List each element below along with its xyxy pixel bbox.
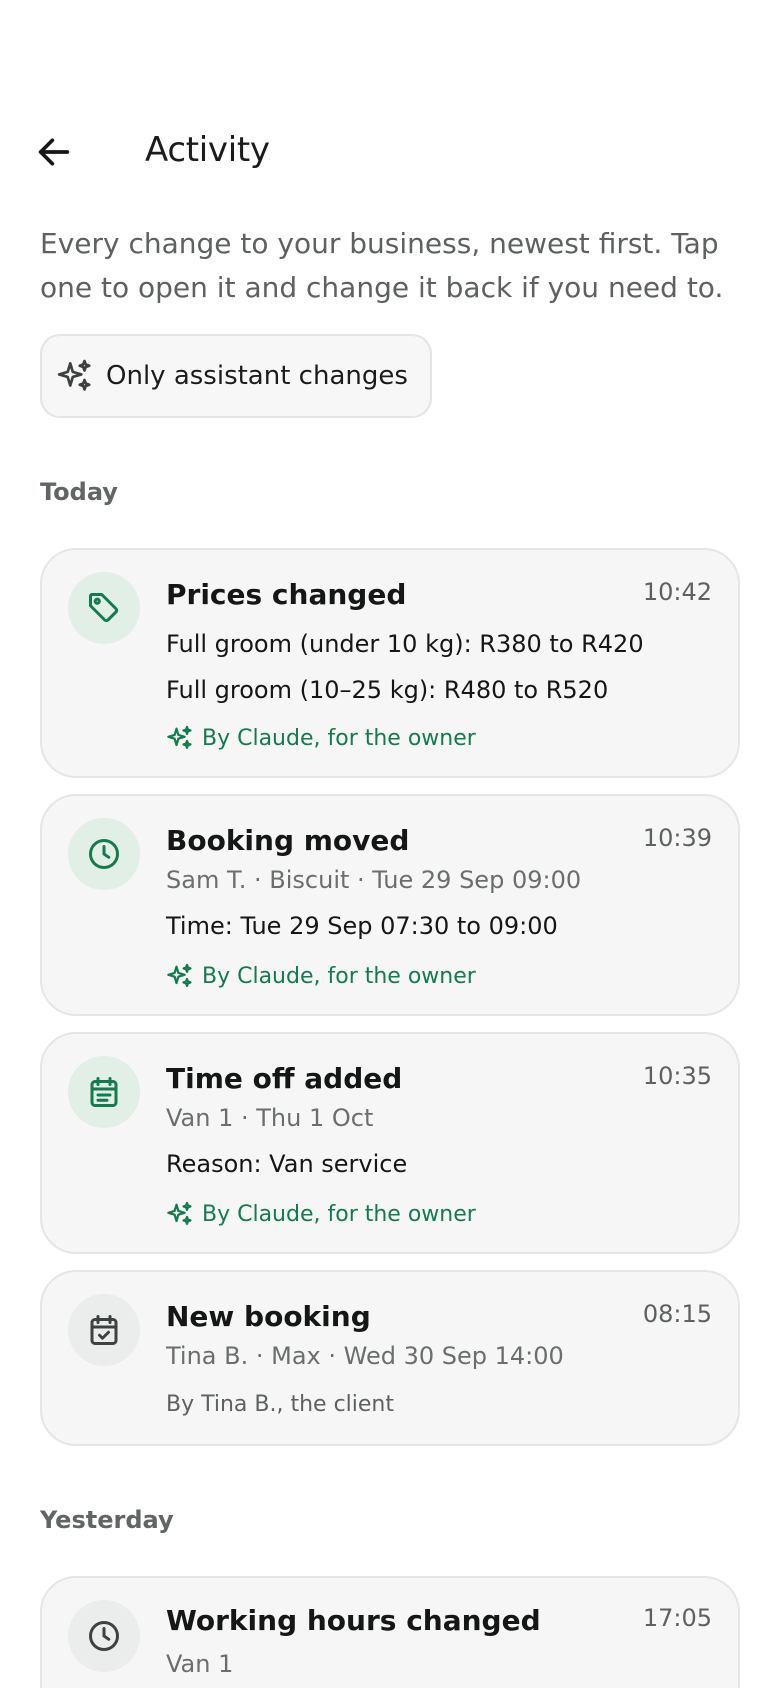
activity-title: Prices changed bbox=[166, 578, 407, 611]
app-header: Activity bbox=[0, 118, 780, 182]
activity-time: 17:05 bbox=[642, 1604, 712, 1632]
page-title: Activity bbox=[145, 130, 270, 170]
activity-detail: Time: Tue 29 Sep 07:30 to 09:00 bbox=[166, 912, 558, 940]
activity-author: By Claude, for the owner bbox=[166, 1200, 476, 1228]
activity-time: 10:39 bbox=[642, 824, 712, 852]
activity-icon-badge bbox=[68, 1056, 140, 1128]
sparkle-icon bbox=[166, 724, 194, 752]
activity-time: 10:42 bbox=[642, 578, 712, 606]
intro-text: Every change to your business, newest fi… bbox=[40, 227, 724, 304]
activity-author-label: By Claude, for the owner bbox=[202, 963, 476, 989]
sparkle-icon bbox=[56, 357, 94, 395]
sparkle-icon bbox=[166, 1200, 194, 1228]
activity-title: Booking moved bbox=[166, 824, 410, 857]
calendar-note-icon bbox=[90, 1077, 118, 1107]
activity-icon-badge bbox=[68, 818, 140, 890]
activity-icon-badge bbox=[68, 1294, 140, 1366]
activity-card-booking-moved[interactable]: Booking moved 10:39 Sam T. · Biscuit · T… bbox=[40, 794, 740, 1016]
arrow-left-icon bbox=[38, 138, 70, 166]
activity-title: New booking bbox=[166, 1300, 371, 1333]
activity-title: Time off added bbox=[166, 1062, 403, 1095]
activity-detail: Full groom (under 10 kg): R380 to R420 bbox=[166, 630, 644, 658]
activity-screen: Activity Every change to your business, … bbox=[0, 0, 780, 1688]
section-label-today: Today bbox=[40, 478, 118, 506]
activity-author: By Tina B., the client bbox=[166, 1392, 394, 1417]
activity-icon-badge bbox=[68, 572, 140, 644]
assistant-changes-filter-chip[interactable]: Only assistant changes bbox=[40, 334, 432, 418]
activity-meta: Van 1 bbox=[166, 1650, 234, 1678]
activity-icon-badge bbox=[68, 1600, 140, 1672]
activity-card-time-off-added[interactable]: Time off added 10:35 Van 1 · Thu 1 Oct R… bbox=[40, 1032, 740, 1254]
sparkle-icon bbox=[166, 962, 194, 990]
activity-meta: Tina B. · Max · Wed 30 Sep 14:00 bbox=[166, 1342, 564, 1370]
activity-detail: Full groom (10–25 kg): R480 to R520 bbox=[166, 676, 609, 704]
back-button[interactable] bbox=[26, 124, 82, 180]
section-label-yesterday: Yesterday bbox=[40, 1506, 174, 1534]
activity-author: By Claude, for the owner bbox=[166, 724, 476, 752]
clock-icon bbox=[89, 1621, 119, 1651]
activity-meta: Van 1 · Thu 1 Oct bbox=[166, 1104, 374, 1132]
activity-author-label: By Claude, for the owner bbox=[202, 1201, 476, 1227]
activity-time: 08:15 bbox=[642, 1300, 712, 1328]
activity-author-label: By Tina B., the client bbox=[166, 1392, 394, 1417]
activity-title: Working hours changed bbox=[166, 1604, 541, 1637]
activity-author-label: By Claude, for the owner bbox=[202, 725, 476, 751]
activity-card-working-hours-changed[interactable]: Working hours changed 17:05 Van 1 bbox=[40, 1576, 740, 1688]
activity-meta: Sam T. · Biscuit · Tue 29 Sep 09:00 bbox=[166, 866, 582, 894]
filter-chip-label: Only assistant changes bbox=[106, 361, 408, 391]
activity-card-new-booking[interactable]: New booking 08:15 Tina B. · Max · Wed 30… bbox=[40, 1270, 740, 1446]
activity-card-prices-changed[interactable]: Prices changed 10:42 Full groom (under 1… bbox=[40, 548, 740, 778]
price-tag-icon bbox=[89, 593, 119, 623]
activity-time: 10:35 bbox=[642, 1062, 712, 1090]
clock-icon bbox=[89, 839, 119, 869]
activity-author: By Claude, for the owner bbox=[166, 962, 476, 990]
activity-detail: Reason: Van service bbox=[166, 1150, 408, 1178]
calendar-check-icon bbox=[90, 1315, 118, 1345]
